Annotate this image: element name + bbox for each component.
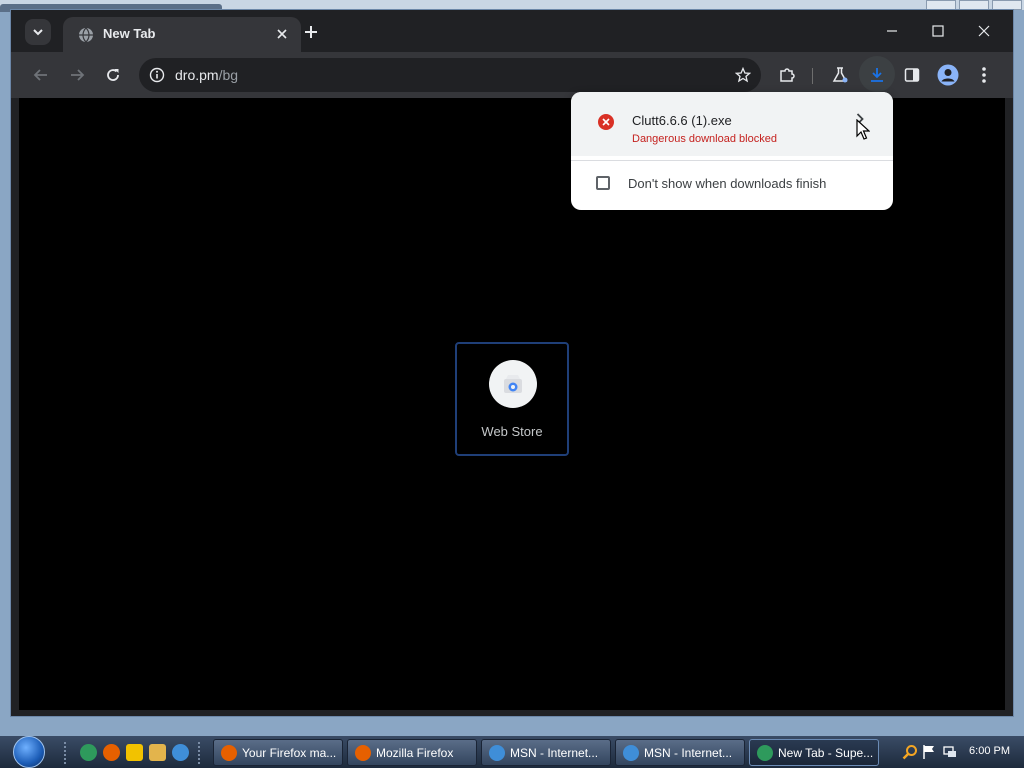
- quick-launch-ie-icon[interactable]: [172, 744, 189, 761]
- taskbar-item-label: MSN - Internet...: [644, 746, 733, 760]
- minimize-icon: [887, 30, 897, 32]
- firefox-icon: [221, 745, 237, 761]
- maximize-button[interactable]: [915, 16, 961, 46]
- side-panel-button[interactable]: [898, 61, 926, 89]
- firefox-icon: [355, 745, 371, 761]
- taskbar-item-firefox-1[interactable]: Your Firefox ma...: [213, 739, 343, 766]
- flag-icon[interactable]: [922, 744, 936, 760]
- network-icon[interactable]: [942, 744, 958, 760]
- minimize-button[interactable]: [869, 16, 915, 46]
- profile-button[interactable]: [934, 61, 962, 89]
- site-info-button[interactable]: [147, 65, 167, 85]
- url-domain: dro.pm: [175, 67, 219, 83]
- side-panel-icon: [904, 68, 920, 82]
- url-text: dro.pm/bg: [175, 67, 238, 83]
- forward-button[interactable]: [63, 61, 91, 89]
- reload-button[interactable]: [99, 61, 127, 89]
- ie-icon: [489, 745, 505, 761]
- download-filename: Clutt6.6.6 (1).exe: [632, 113, 732, 128]
- taskbar-item-firefox-2[interactable]: Mozilla Firefox: [347, 739, 477, 766]
- divider: [571, 160, 893, 161]
- labs-button[interactable]: [826, 61, 854, 89]
- plus-icon: [305, 26, 317, 38]
- dont-show-checkbox[interactable]: [596, 176, 610, 190]
- taskbar-grip: [198, 742, 204, 764]
- tab-new-tab[interactable]: New Tab: [63, 17, 301, 52]
- back-arrow-icon: [33, 69, 47, 81]
- error-icon: [598, 114, 614, 130]
- toolbar-separator: [812, 68, 813, 84]
- chevron-down-icon: [33, 29, 43, 36]
- tab-title: New Tab: [103, 26, 156, 41]
- globe-icon: [79, 27, 93, 43]
- url-path: /bg: [218, 67, 239, 83]
- tab-strip: New Tab: [11, 10, 1013, 52]
- mouse-cursor-icon: [856, 119, 870, 140]
- taskbar-grip: [64, 742, 70, 764]
- taskbar: Your Firefox ma... Mozilla Firefox MSN -…: [0, 736, 1024, 768]
- extensions-button[interactable]: [773, 61, 801, 89]
- taskbar-item-ie-2[interactable]: MSN - Internet...: [615, 739, 745, 766]
- close-icon: [978, 25, 990, 37]
- dont-show-label[interactable]: Don't show when downloads finish: [628, 176, 826, 191]
- shortcut-label: Web Store: [481, 424, 543, 439]
- menu-button[interactable]: [970, 61, 998, 89]
- taskbar-item-label: Mozilla Firefox: [376, 746, 454, 760]
- flask-icon: [832, 67, 848, 83]
- download-bubble: Clutt6.6.6 (1).exe Dangerous download bl…: [571, 92, 893, 210]
- taskbar-item-ie-1[interactable]: MSN - Internet...: [481, 739, 611, 766]
- star-icon: [735, 67, 751, 83]
- close-window-button[interactable]: [961, 16, 1007, 46]
- tab-search-button[interactable]: [25, 19, 51, 45]
- puzzle-icon: [780, 68, 795, 82]
- new-tab-button[interactable]: [299, 20, 323, 44]
- shortcut-web-store[interactable]: Web Store: [455, 342, 569, 456]
- quick-launch-firefox-icon[interactable]: [103, 744, 120, 761]
- clock[interactable]: 6:00 PM: [969, 745, 1010, 757]
- kebab-menu-icon: [982, 67, 986, 83]
- avatar-icon: [937, 64, 959, 86]
- ie-icon: [623, 745, 639, 761]
- taskbar-item-label: Your Firefox ma...: [242, 746, 337, 760]
- quick-launch-media-icon[interactable]: [126, 744, 143, 761]
- reload-icon: [107, 69, 119, 81]
- bookmark-star-button[interactable]: [731, 63, 755, 87]
- download-icon: [871, 68, 883, 82]
- tab-close-button[interactable]: [273, 25, 291, 43]
- start-button[interactable]: [10, 736, 48, 768]
- windows-logo-icon: [13, 736, 45, 768]
- address-bar[interactable]: dro.pm/bg: [139, 58, 761, 92]
- chrome-icon: [757, 745, 773, 761]
- forward-arrow-icon: [71, 69, 85, 81]
- quick-launch-folder-icon[interactable]: [149, 744, 166, 761]
- system-tray: 6:00 PM: [896, 736, 1024, 768]
- info-icon: [149, 67, 165, 83]
- downloads-icon-wrap[interactable]: [863, 61, 891, 89]
- taskbar-item-label: MSN - Internet...: [510, 746, 599, 760]
- taskbar-item-label: New Tab - Supe...: [778, 746, 874, 760]
- download-item[interactable]: Clutt6.6.6 (1).exe Dangerous download bl…: [571, 92, 893, 156]
- search-icon[interactable]: [902, 744, 918, 760]
- download-status: Dangerous download blocked: [632, 133, 777, 145]
- quick-launch-chrome-icon[interactable]: [80, 744, 97, 761]
- close-icon: [277, 29, 287, 39]
- web-store-icon: [504, 375, 522, 393]
- shortcut-icon-circle: [489, 360, 537, 408]
- taskbar-item-chrome[interactable]: New Tab - Supe...: [749, 739, 879, 766]
- back-button[interactable]: [27, 61, 55, 89]
- maximize-icon: [932, 25, 944, 37]
